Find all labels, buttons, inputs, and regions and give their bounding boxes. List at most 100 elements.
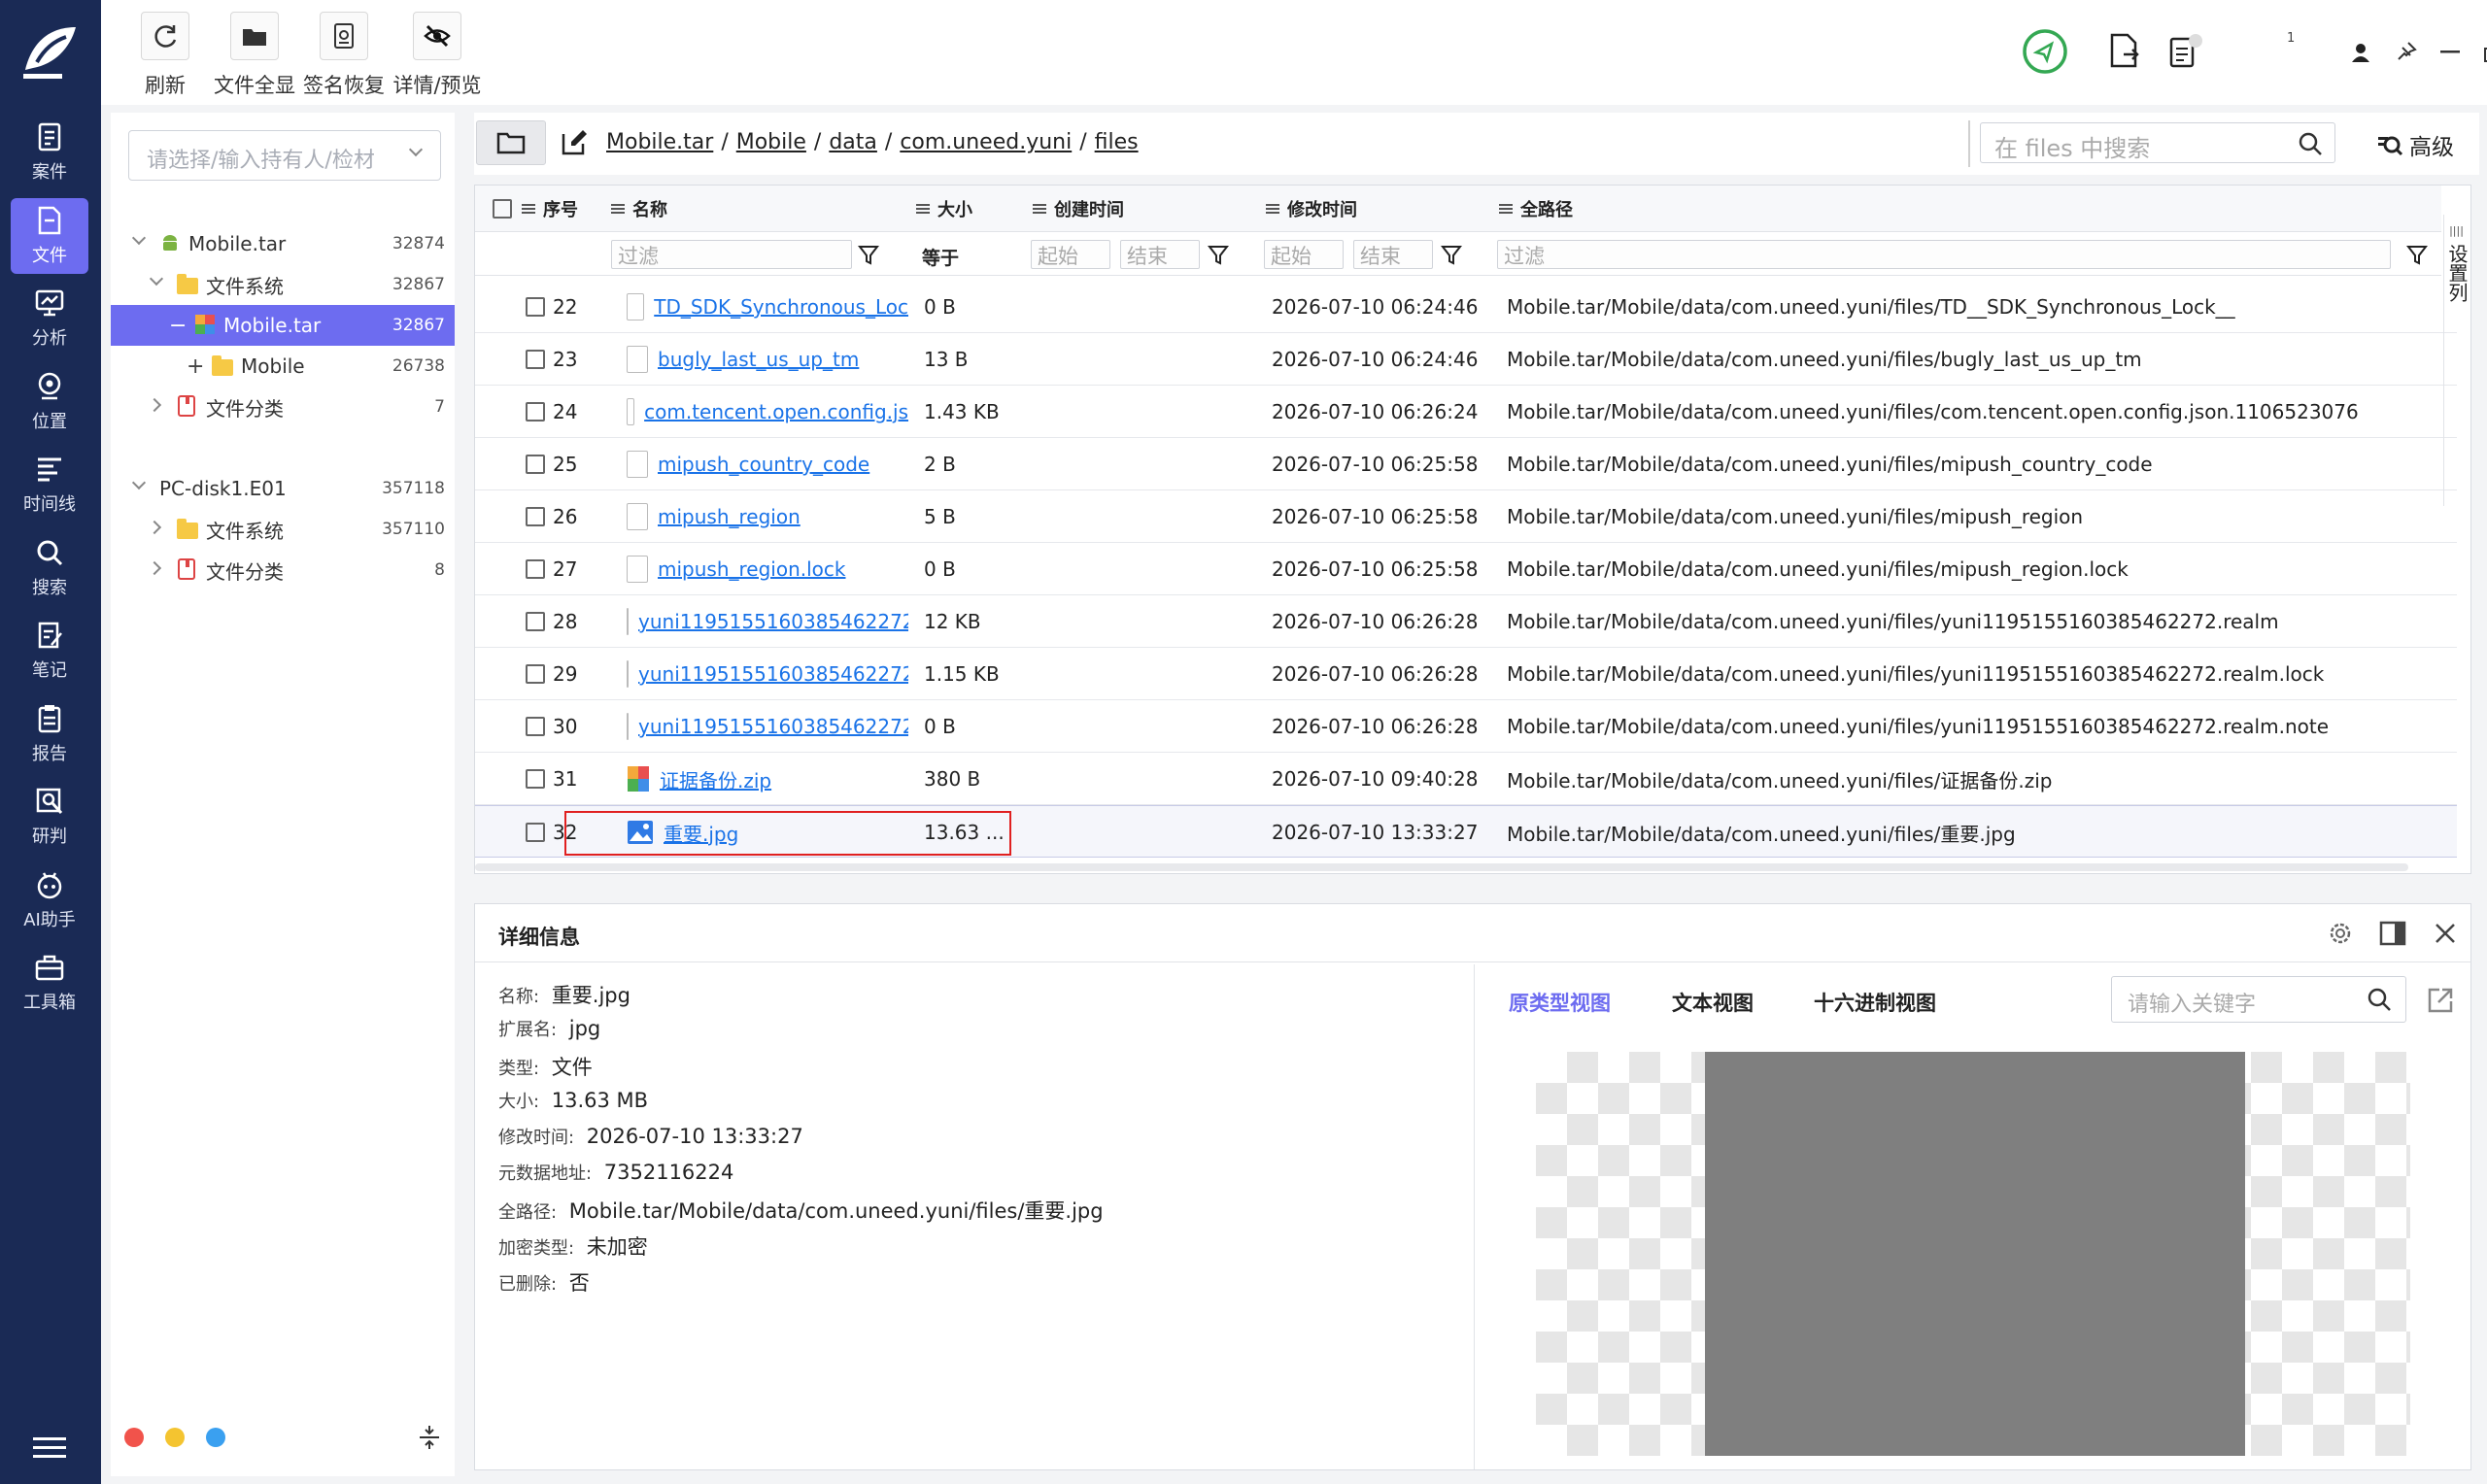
file-name-link[interactable]: yuni1195155160385462272 bbox=[638, 610, 908, 633]
file-name-link[interactable]: TD_SDK_Synchronous_Loc bbox=[654, 295, 908, 319]
table-row[interactable]: 24 com.tencent.open.config.js 1.43 KB 2026-… bbox=[475, 386, 2457, 438]
filter-icon[interactable] bbox=[2406, 244, 2428, 265]
tab-hex-view[interactable]: 十六进制视图 bbox=[1814, 988, 1936, 1017]
menu-icon[interactable] bbox=[33, 1435, 66, 1461]
table-row[interactable]: 29 yuni1195155160385462272 1.15 KB 2026-07-… bbox=[475, 648, 2457, 700]
select-all-checkbox[interactable] bbox=[493, 199, 512, 219]
export-file-icon[interactable] bbox=[2108, 33, 2141, 70]
chevron-down-icon[interactable] bbox=[149, 271, 164, 287]
chevron-right-icon[interactable] bbox=[147, 520, 162, 535]
file-name-link[interactable]: com.tencent.open.config.js bbox=[644, 400, 908, 423]
tab-text-view[interactable]: 文本视图 bbox=[1672, 988, 1754, 1017]
task-list-icon[interactable] bbox=[2168, 33, 2203, 70]
file-name-link[interactable]: mipush_region bbox=[658, 505, 801, 528]
breadcrumb-segment[interactable]: Mobile bbox=[736, 130, 806, 154]
connect-status-icon[interactable] bbox=[2021, 27, 2069, 76]
collapse-icon[interactable]: − bbox=[169, 314, 187, 338]
fullpath-filter-input[interactable]: 过滤 bbox=[1497, 240, 2391, 269]
modified-end-input[interactable]: 结束 bbox=[1353, 240, 1433, 269]
table-row[interactable]: 25 mipush_country_code 2 B 2026-07-10 06:25… bbox=[475, 438, 2457, 490]
header-name[interactable]: 名称 bbox=[611, 186, 667, 232]
browse-folder-button[interactable] bbox=[476, 120, 546, 165]
tree-node[interactable]: 文件系统 32867 bbox=[111, 264, 455, 305]
name-filter-input[interactable]: 过滤 bbox=[611, 240, 852, 269]
advanced-search-button[interactable]: 高级 bbox=[2376, 128, 2454, 161]
row-checkbox[interactable] bbox=[526, 507, 545, 526]
sidebar-item-case[interactable]: 案件 bbox=[11, 115, 88, 190]
file-name-link[interactable]: 证据备份.zip bbox=[660, 765, 771, 793]
table-row[interactable]: 30 yuni1195155160385462272 0 B 2026-07-10 0… bbox=[475, 700, 2457, 753]
file-name-link[interactable]: yuni1195155160385462272 bbox=[638, 715, 908, 738]
header-seq[interactable]: 序号 bbox=[522, 186, 578, 232]
table-row[interactable]: 22 TD_SDK_Synchronous_Loc 0 B 2026-07-10 06… bbox=[475, 281, 2457, 333]
row-checkbox[interactable] bbox=[526, 455, 545, 474]
pin-icon[interactable] bbox=[2396, 41, 2417, 62]
owner-select[interactable]: 请选择/输入持有人/检材 bbox=[128, 130, 441, 181]
detail-preview-button[interactable]: 详情/预览 bbox=[389, 12, 486, 105]
row-checkbox[interactable] bbox=[526, 297, 545, 317]
collapse-all-icon[interactable] bbox=[418, 1424, 441, 1451]
row-checkbox[interactable] bbox=[526, 664, 545, 684]
row-checkbox[interactable] bbox=[526, 612, 545, 631]
sidebar-item-judge[interactable]: 研判 bbox=[11, 779, 88, 855]
breadcrumb-segment[interactable]: Mobile.tar bbox=[606, 130, 713, 154]
file-name-link[interactable]: mipush_country_code bbox=[658, 453, 869, 476]
sidebar-item-toolbox[interactable]: 工具箱 bbox=[11, 945, 88, 1021]
sidebar-item-timeline[interactable]: 时间线 bbox=[11, 447, 88, 523]
tree-node[interactable]: PC-disk1.E01 357118 bbox=[111, 468, 455, 509]
settings-column-button[interactable]: |||| 设置列 bbox=[2443, 215, 2469, 506]
table-row[interactable]: 31 证据备份.zip 380 B 2026-07-10 09:40:28 Mobile… bbox=[475, 753, 2457, 805]
row-checkbox[interactable] bbox=[526, 559, 545, 579]
expand-icon[interactable]: + bbox=[187, 354, 204, 379]
sidebar-item-file[interactable]: 文件 bbox=[11, 197, 88, 274]
sidebar-item-location[interactable]: 位置 bbox=[11, 364, 88, 440]
row-checkbox[interactable] bbox=[526, 350, 545, 369]
show-all-files-button[interactable]: 文件全显 bbox=[206, 12, 303, 105]
refresh-button[interactable]: 刷新 bbox=[117, 12, 214, 105]
filter-icon[interactable] bbox=[858, 244, 879, 265]
header-fullpath[interactable]: 全路径 bbox=[1499, 186, 1573, 232]
tree-node[interactable]: − Mobile.tar 32867 bbox=[111, 305, 455, 346]
sidebar-item-notes[interactable]: 笔记 bbox=[11, 613, 88, 689]
header-created[interactable]: 创建时间 bbox=[1033, 186, 1124, 232]
gear-icon[interactable] bbox=[2327, 920, 2354, 947]
table-row[interactable]: 28 yuni1195155160385462272 12 KB 2026-07-10… bbox=[475, 595, 2457, 648]
tree-node[interactable]: 文件系统 357110 bbox=[111, 509, 455, 550]
filter-icon[interactable] bbox=[1208, 244, 1229, 265]
modified-start-input[interactable]: 起始 bbox=[1264, 240, 1344, 269]
panel-layout-icon[interactable] bbox=[2379, 920, 2406, 947]
tree-node[interactable]: Mobile.tar 32874 bbox=[111, 223, 455, 264]
chevron-right-icon[interactable] bbox=[147, 397, 162, 413]
breadcrumb-segment[interactable]: data bbox=[829, 130, 877, 154]
user-icon[interactable] bbox=[2351, 43, 2370, 62]
table-row[interactable]: 27 mipush_region.lock 0 B 2026-07-10 06:25:… bbox=[475, 543, 2457, 595]
chevron-right-icon[interactable] bbox=[147, 560, 162, 576]
close-panel-icon[interactable] bbox=[2434, 922, 2457, 945]
tree-node[interactable]: + Mobile 26738 bbox=[111, 346, 455, 387]
chevron-down-icon[interactable] bbox=[131, 230, 147, 246]
tab-native-view[interactable]: 原类型视图 bbox=[1509, 988, 1611, 1017]
breadcrumb-segment[interactable]: files bbox=[1095, 130, 1139, 154]
keyword-search-input[interactable]: 请输入关键字 bbox=[2111, 976, 2406, 1023]
tree-node[interactable]: 文件分类 8 bbox=[111, 550, 455, 590]
open-external-icon[interactable] bbox=[2426, 986, 2455, 1015]
horizontal-scrollbar[interactable] bbox=[475, 863, 2408, 871]
row-checkbox[interactable] bbox=[526, 402, 545, 422]
sidebar-item-search[interactable]: 搜索 bbox=[11, 530, 88, 606]
created-start-input[interactable]: 起始 bbox=[1031, 240, 1110, 269]
file-name-link[interactable]: mipush_region.lock bbox=[658, 557, 846, 581]
sidebar-item-report[interactable]: 报告 bbox=[11, 696, 88, 772]
minimize-icon[interactable] bbox=[2440, 51, 2460, 54]
edit-path-icon[interactable] bbox=[560, 128, 589, 157]
restore-icon[interactable] bbox=[2483, 43, 2487, 64]
files-search-input[interactable]: 在 files 中搜索 bbox=[1980, 122, 2335, 163]
created-end-input[interactable]: 结束 bbox=[1120, 240, 1200, 269]
header-modified[interactable]: 修改时间 bbox=[1266, 186, 1357, 232]
table-row[interactable]: 26 mipush_region 5 B 2026-07-10 06:25:58 Mob… bbox=[475, 490, 2457, 543]
signature-restore-button[interactable]: 签名恢复 bbox=[295, 12, 392, 105]
file-name-link[interactable]: yuni1195155160385462272 bbox=[638, 662, 908, 686]
breadcrumb-segment[interactable]: com.uneed.yuni bbox=[900, 130, 1072, 154]
row-checkbox[interactable] bbox=[526, 769, 545, 789]
chevron-down-icon[interactable] bbox=[131, 475, 147, 490]
sidebar-item-ai[interactable]: AI助手 bbox=[11, 862, 88, 938]
